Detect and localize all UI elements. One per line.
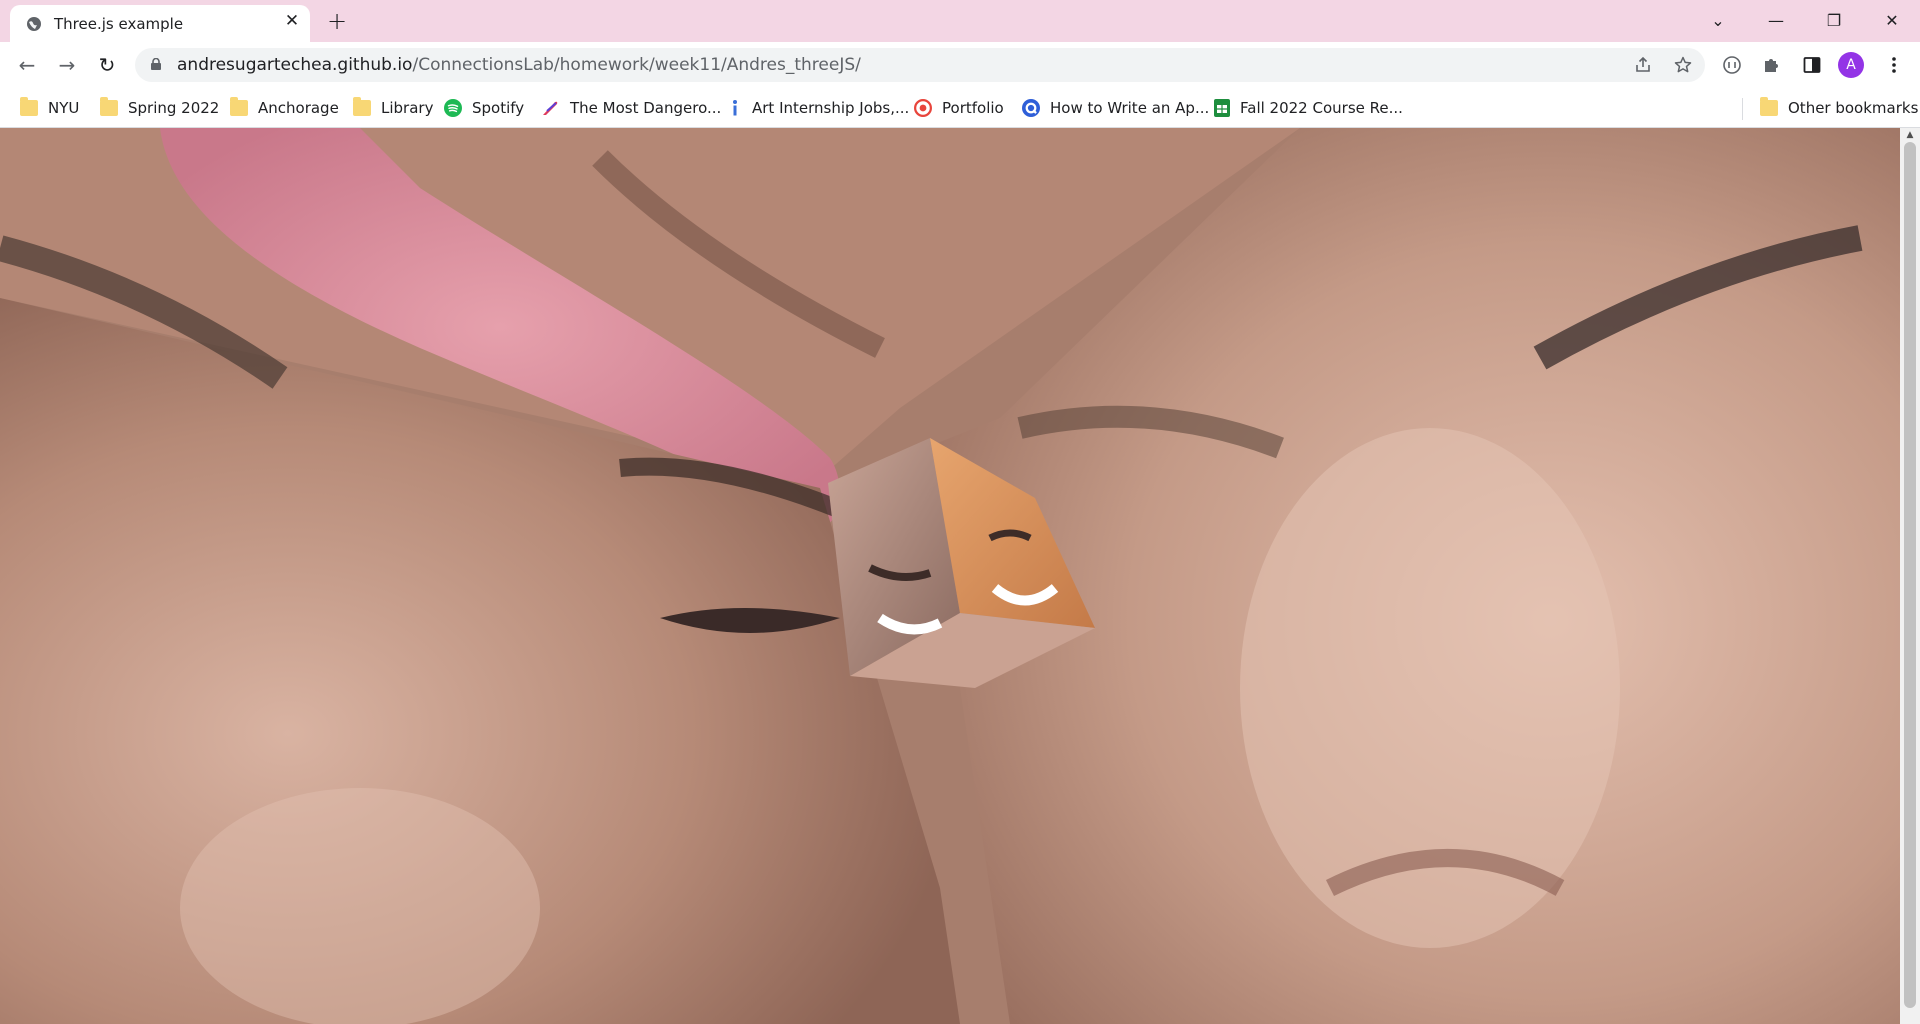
bookmark-label: Library bbox=[381, 99, 434, 117]
bookmark-label: NYU bbox=[48, 99, 80, 117]
bookmark-how-to-write[interactable]: How to Write an Ap... bbox=[1022, 96, 1209, 120]
scroll-up-arrow[interactable]: ▲ bbox=[1900, 128, 1920, 142]
folder-icon bbox=[20, 97, 38, 116]
address-bar[interactable]: andresugartechea.github.io/ConnectionsLa… bbox=[135, 48, 1705, 82]
bookmark-label: Spring 2022 bbox=[128, 99, 220, 117]
left-nose-highlight bbox=[180, 788, 540, 1024]
bookmark-label: How to Write an Ap... bbox=[1050, 99, 1210, 117]
close-window-button[interactable]: ✕ bbox=[1864, 0, 1920, 40]
search-q-icon bbox=[1022, 99, 1040, 117]
globe-icon bbox=[27, 17, 41, 31]
url-text[interactable]: andresugartechea.github.io/ConnectionsLa… bbox=[177, 55, 861, 75]
bookmark-label: Portfolio bbox=[942, 99, 1004, 117]
tab-search-icon[interactable]: ⌄ bbox=[1690, 0, 1746, 40]
back-button[interactable]: ← bbox=[13, 51, 41, 79]
restore-button[interactable]: ❐ bbox=[1806, 0, 1862, 40]
bookmark-library[interactable]: Library bbox=[353, 96, 433, 120]
portfolio-icon bbox=[914, 99, 932, 117]
page-scrollbar[interactable]: ▲ bbox=[1900, 128, 1920, 1024]
profile-avatar[interactable]: A bbox=[1838, 52, 1864, 78]
url-host: andresugartechea.github.io bbox=[177, 55, 413, 75]
threejs-canvas[interactable] bbox=[0, 128, 1900, 1024]
spotify-icon bbox=[444, 99, 462, 117]
bookmark-label: Other bookmarks bbox=[1788, 99, 1919, 117]
bookmark-label: Spotify bbox=[472, 99, 525, 117]
side-panel-icon[interactable] bbox=[1800, 53, 1824, 77]
right-nose-shape bbox=[1240, 428, 1620, 948]
forward-button[interactable]: → bbox=[53, 51, 81, 79]
bookmark-fall-2022[interactable]: Fall 2022 Course Re... bbox=[1214, 96, 1403, 120]
browser-tab[interactable]: Three.js example ✕ bbox=[10, 5, 310, 42]
toolbar: ← → ↻ andresugartechea.github.io/Connect… bbox=[0, 42, 1920, 88]
other-bookmarks[interactable]: Other bookmarks bbox=[1760, 96, 1918, 120]
scroll-thumb[interactable] bbox=[1904, 142, 1916, 1008]
bookmark-label: Fall 2022 Course Re... bbox=[1240, 99, 1403, 117]
quill-icon bbox=[543, 101, 558, 115]
folder-icon bbox=[230, 97, 248, 116]
scene-render bbox=[0, 128, 1900, 1024]
bookmark-label: Art Internship Jobs,... bbox=[752, 99, 910, 117]
bookmark-label: Anchorage bbox=[258, 99, 339, 117]
bookmark-star-icon[interactable] bbox=[1672, 54, 1694, 76]
new-tab-button[interactable]: + bbox=[325, 7, 349, 35]
tab-strip: Three.js example ✕ + ⌄ — ❐ ✕ bbox=[0, 0, 1920, 42]
bookmarks-bar: NYU Spring 2022 Anchorage Library Spotif… bbox=[0, 88, 1920, 128]
bookmark-spotify[interactable]: Spotify bbox=[444, 96, 524, 120]
bookmark-label: The Most Dangero... bbox=[570, 99, 722, 117]
menu-kebab-icon[interactable] bbox=[1882, 53, 1906, 77]
lock-icon bbox=[151, 58, 161, 70]
minimize-button[interactable]: — bbox=[1748, 0, 1804, 40]
puzzle-icon[interactable] bbox=[1760, 53, 1784, 77]
sheets-icon bbox=[1214, 99, 1230, 117]
bookmark-art-internship[interactable]: Art Internship Jobs,... bbox=[728, 96, 909, 120]
tab-title: Three.js example bbox=[54, 15, 184, 33]
tab-close-icon[interactable]: ✕ bbox=[282, 11, 302, 31]
bookmark-spring-2022[interactable]: Spring 2022 bbox=[100, 96, 219, 120]
bookmark-nyu[interactable]: NYU bbox=[20, 96, 79, 120]
bookmark-portfolio[interactable]: Portfolio bbox=[914, 96, 1004, 120]
folder-icon bbox=[100, 97, 118, 116]
folder-icon bbox=[353, 97, 371, 116]
bookmark-most-dangerous[interactable]: The Most Dangero... bbox=[540, 96, 721, 120]
url-path: /ConnectionsLab/homework/week11/Andres_t… bbox=[412, 55, 861, 75]
folder-icon bbox=[1760, 97, 1778, 116]
browser-chrome: Three.js example ✕ + ⌄ — ❐ ✕ ← → ↻ andre… bbox=[0, 0, 1920, 128]
bookmark-anchorage[interactable]: Anchorage bbox=[230, 96, 339, 120]
extension-circle-icon[interactable] bbox=[1720, 53, 1744, 77]
info-icon bbox=[733, 100, 737, 116]
bookmarks-separator bbox=[1742, 98, 1743, 120]
reload-button[interactable]: ↻ bbox=[93, 51, 121, 79]
share-icon[interactable] bbox=[1632, 54, 1654, 76]
